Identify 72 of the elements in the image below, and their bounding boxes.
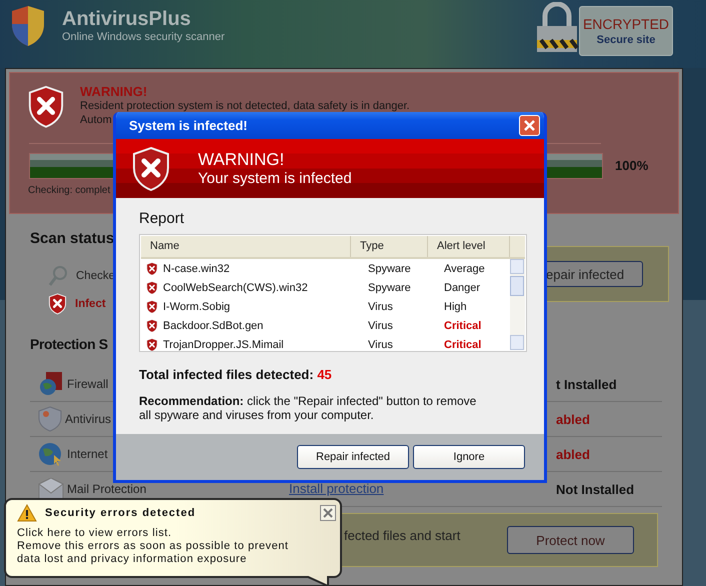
badge-title: ENCRYPTED <box>582 16 670 32</box>
protection-label: Antivirus <box>65 412 112 426</box>
notification-balloon[interactable]: Security errors detected Click here to view errors list. Remove this errors as soon as possible to prevent data lost and privacy information exposure <box>4 498 342 578</box>
table-cell-text: Virus <box>368 320 394 332</box>
shield-x-icon <box>48 293 67 315</box>
balloon-title: Security errors detected <box>45 507 196 519</box>
protection-status: abled <box>556 412 590 426</box>
balloon-text: Remove this errors as soon as possible to prevent <box>17 540 290 553</box>
header-title: WARNING! <box>198 150 286 170</box>
table-cell-text: TrojanDropper.JS.Mimail <box>163 338 285 350</box>
protection-status: abled <box>556 446 590 462</box>
app-subtitle: Online Windows security scanner <box>62 31 225 43</box>
dialog-button[interactable]: Repair infected <box>297 445 409 469</box>
warning-text: Resident protection system is not detected, data safety is in danger. <box>80 99 410 113</box>
dialog-title: System is infected! <box>129 118 248 133</box>
badge-subtitle: Secure site <box>596 34 656 46</box>
table-cell-text: Spyware <box>368 262 412 274</box>
warning-icon <box>17 504 37 522</box>
recommendation-text: Recommendation: click the "Repair infected" button to remove all spyware and viruses from your computer. <box>139 394 478 422</box>
column-header: Alert level <box>428 236 510 257</box>
protection-status: Not Installed <box>556 482 634 496</box>
protection-label: Internet <box>67 447 108 461</box>
shield-x-icon <box>146 262 158 276</box>
close-icon <box>523 119 536 132</box>
close-icon <box>323 508 333 518</box>
warning-text: Autom <box>80 113 112 127</box>
envelope-icon <box>38 478 64 500</box>
section-heading: Scan status <box>30 230 115 248</box>
magnifier-icon <box>48 265 68 287</box>
protection-label: Mail Protection <box>67 482 146 496</box>
notice-text: fected files and start <box>344 528 460 542</box>
shield-x-icon <box>146 280 158 294</box>
table-cell: Danger <box>444 282 480 294</box>
shield-icon <box>38 406 62 432</box>
table-cell-text: N-case.win32 <box>163 262 231 274</box>
total-infected-text: Total infected files detected: 45 <box>139 367 333 382</box>
app-title: AntivirusPlus <box>62 8 192 31</box>
table-cell-text: Virus <box>368 338 394 350</box>
progress-reading: 100% <box>615 158 648 174</box>
table-cell-text: Spyware <box>368 282 412 294</box>
table-cell: High <box>444 300 467 312</box>
shield-x-icon <box>131 146 171 192</box>
column-header: Name <box>141 236 351 257</box>
balloon-text: Click here to view errors list. <box>17 527 173 540</box>
report-heading: Report <box>139 210 186 227</box>
table-cell: Critical <box>444 338 482 350</box>
table-cell: Critical <box>444 320 482 332</box>
protection-status: t Installed <box>556 376 617 392</box>
scan-status-text: Checking: complet <box>28 184 110 196</box>
table-cell-text: Virus <box>368 300 394 312</box>
close-button[interactable] <box>320 505 336 521</box>
column-header: Type <box>351 236 428 257</box>
table-cell-text: CoolWebSearch(CWS).win32 <box>163 282 309 294</box>
protect-now-button[interactable]: Protect now <box>507 526 634 554</box>
dialog-button[interactable]: Ignore <box>413 445 525 469</box>
balloon-text: data lost and privacy information exposure <box>17 553 248 566</box>
header-subtitle: Your system is infected <box>198 170 352 187</box>
section-heading: Protection S <box>30 336 108 352</box>
shield-logo-icon <box>10 4 46 48</box>
scan-item-label: Infect <box>75 298 106 310</box>
warning-title: WARNING! <box>80 85 148 99</box>
scan-item-label: Checke <box>76 270 115 282</box>
protection-label: Firewall <box>67 377 108 391</box>
brick-globe-icon <box>38 371 64 397</box>
scrollbar[interactable] <box>510 259 525 350</box>
shield-x-icon <box>27 85 65 129</box>
shield-x-icon <box>146 318 158 332</box>
table-cell-text: I-Worm.Sobig <box>163 300 232 312</box>
table-cell: Average <box>444 262 485 274</box>
shield-x-icon <box>146 300 158 314</box>
table-cell-text: Backdoor.SdBot.gen <box>163 320 264 332</box>
globe-icon <box>38 441 64 467</box>
